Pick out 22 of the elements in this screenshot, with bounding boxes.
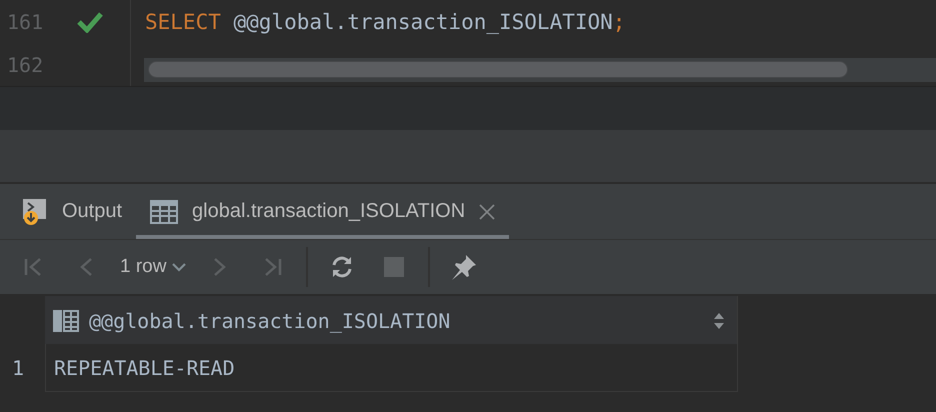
pin-icon [450, 253, 478, 281]
table-cell: REPEATABLE-READ [45, 344, 738, 392]
previous-icon [79, 256, 93, 278]
sort-icon[interactable] [713, 312, 725, 330]
column-title: @@global.transaction_ISOLATION [89, 308, 452, 332]
code-line: SELECT @@global.transaction_ISOLATION; [144, 10, 626, 34]
console-output-icon [22, 198, 48, 226]
table-icon [150, 200, 178, 224]
column-icon [53, 310, 79, 332]
close-icon[interactable] [479, 204, 496, 220]
column-header[interactable]: @@global.transaction_ISOLATION [45, 296, 738, 346]
line-number: 162 [7, 52, 44, 76]
result-tab[interactable]: Output [8, 184, 136, 239]
tab-label: Output [62, 200, 122, 223]
row-count-dropdown[interactable]: 1 row [114, 247, 192, 287]
tab-label: global.transaction_ISOLATION [192, 200, 466, 223]
next-icon [213, 256, 228, 278]
line-number: 161 [7, 10, 44, 34]
row-number: 1 [11, 355, 26, 382]
stop-icon [384, 257, 404, 277]
scrollbar-thumb[interactable] [148, 61, 848, 78]
chevron-down-icon [172, 262, 186, 272]
